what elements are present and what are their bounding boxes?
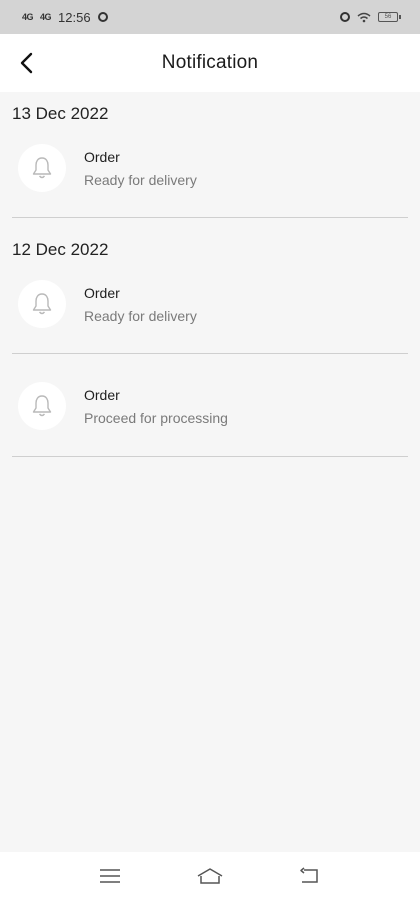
notification-title: Order [84, 284, 120, 301]
date-header: 13 Dec 2022 [12, 104, 109, 123]
alarm-icon [340, 12, 350, 22]
notification-subtitle: Ready for delivery [84, 307, 197, 324]
home-button[interactable] [190, 856, 230, 896]
system-nav-bar [0, 852, 420, 900]
back-nav-button[interactable] [290, 856, 330, 896]
bell-icon [32, 293, 52, 315]
bell-icon [32, 395, 52, 417]
notification-text: Order Ready for delivery [84, 285, 197, 324]
status-left: 4G 4G 12:56 [22, 10, 108, 25]
notification-item[interactable]: Order Proceed for processing [0, 370, 420, 442]
back-icon [300, 867, 318, 883]
status-right: 56 [340, 12, 401, 23]
app-header: Notification [0, 34, 420, 92]
notification-subtitle: Proceed for processing [84, 409, 228, 426]
notification-text: Order Proceed for processing [84, 387, 228, 426]
divider [12, 456, 408, 457]
menu-icon [100, 869, 120, 883]
notification-title: Order [84, 148, 120, 165]
notification-list: 13 Dec 2022 Order Ready for delivery 12 … [0, 92, 420, 457]
home-icon [197, 868, 223, 884]
bell-icon [32, 157, 52, 179]
signal-indicator-1: 4G [22, 12, 34, 22]
wifi-icon [357, 12, 371, 22]
back-button[interactable] [10, 48, 42, 78]
notification-item[interactable]: Order Ready for delivery [0, 132, 420, 204]
app-notification-icon [97, 12, 108, 22]
signal-indicator-2: 4G [40, 12, 52, 22]
notification-subtitle: Ready for delivery [84, 171, 197, 188]
battery-icon: 56 [378, 12, 401, 22]
menu-button[interactable] [90, 856, 130, 896]
notification-text: Order Ready for delivery [84, 149, 197, 188]
notification-icon-wrap [18, 382, 66, 430]
notification-item[interactable]: Order Ready for delivery [0, 268, 420, 340]
status-time: 12:56 [58, 9, 91, 25]
notification-icon-wrap [18, 280, 66, 328]
notification-icon-wrap [18, 144, 66, 192]
status-bar: 4G 4G 12:56 56 [0, 0, 420, 34]
date-header: 12 Dec 2022 [12, 240, 109, 259]
chevron-left-icon [20, 52, 33, 74]
notification-title: Order [84, 386, 120, 403]
page-title: Notification [161, 52, 259, 73]
